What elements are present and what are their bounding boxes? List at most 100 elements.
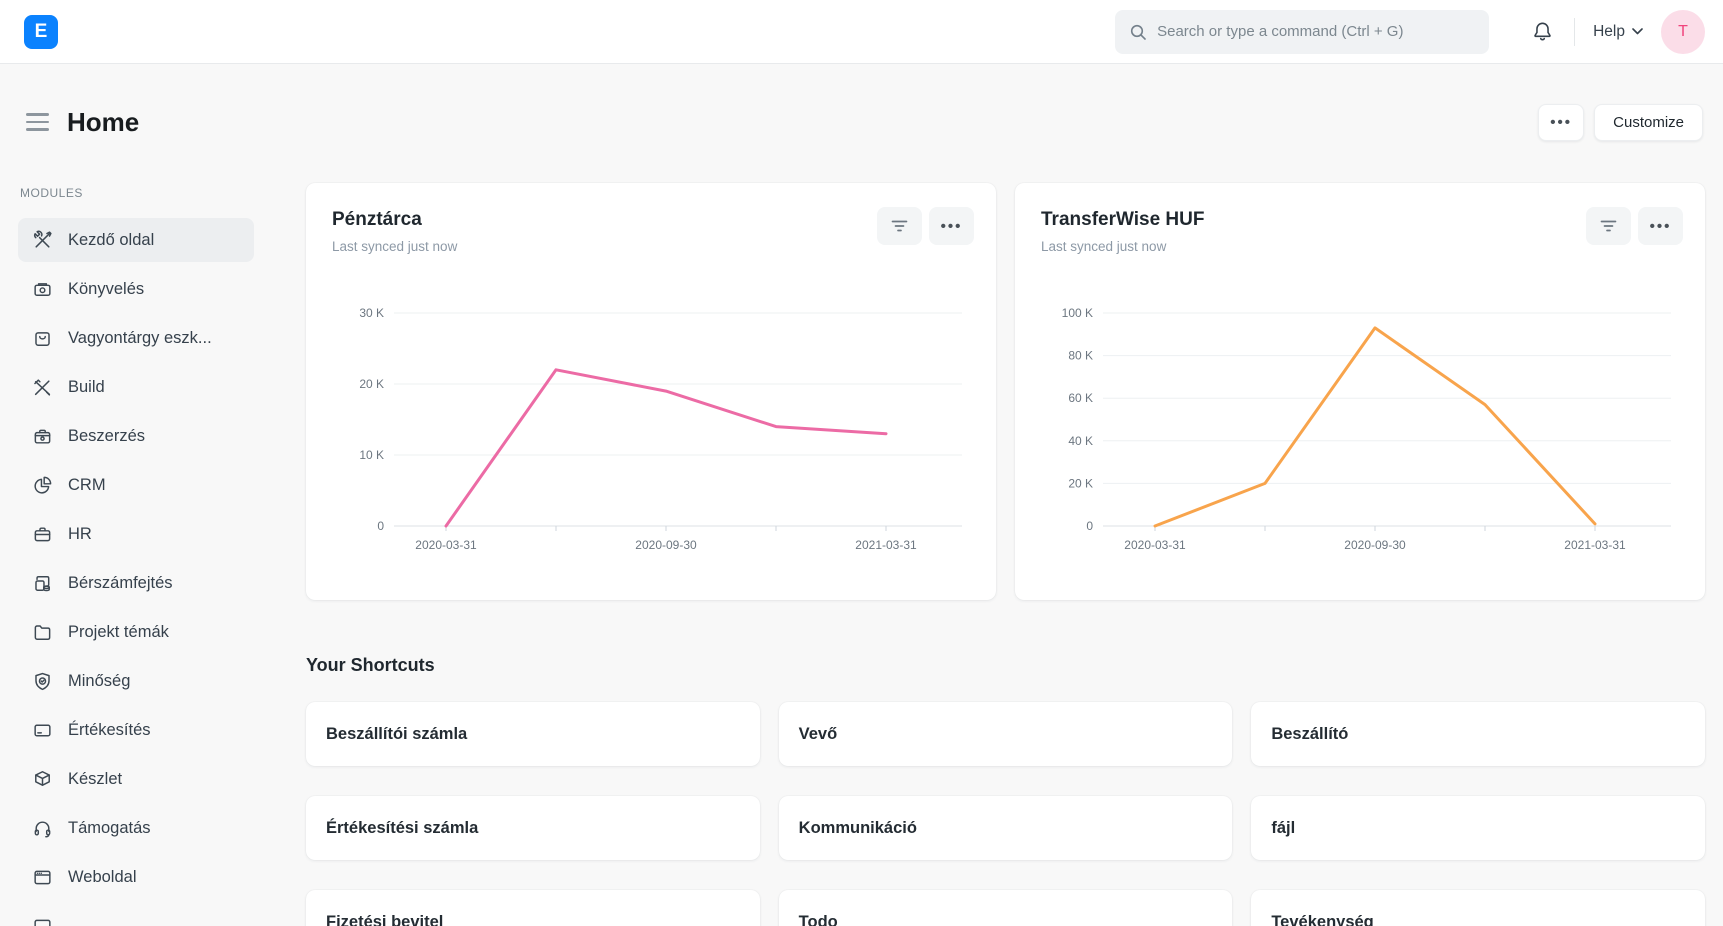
shortcut-label: Értékesítési számla <box>326 819 478 838</box>
sidebar-item-beszerzes[interactable]: Beszerzés <box>18 414 254 458</box>
svg-text:80 K: 80 K <box>1068 349 1093 363</box>
payroll-icon <box>32 573 53 594</box>
ellipsis-icon: ••• <box>1650 219 1672 234</box>
shortcut-label: Beszállítói számla <box>326 725 467 744</box>
svg-text:0: 0 <box>1086 519 1093 533</box>
sidebar-item-hr[interactable]: HR <box>18 512 254 556</box>
sidebar-item-crm[interactable]: CRM <box>18 463 254 507</box>
chart-more-button[interactable]: ••• <box>1638 207 1683 245</box>
ellipsis-icon: ••• <box>1550 115 1572 130</box>
svg-text:2020-03-31: 2020-03-31 <box>415 538 477 552</box>
svg-text:100 K: 100 K <box>1062 306 1093 320</box>
shortcut-label: Vevő <box>799 725 838 744</box>
sidebar-item-build[interactable]: Build <box>18 365 254 409</box>
top-navbar: E Help T <box>0 0 1723 64</box>
toolbox-icon <box>32 426 53 447</box>
svg-text:10 K: 10 K <box>359 448 384 462</box>
shortcut-label: Fizetési bevitel <box>326 913 443 926</box>
svg-text:0: 0 <box>377 519 384 533</box>
sidebar-item-minoseg[interactable]: Minőség <box>18 659 254 703</box>
svg-text:2020-03-31: 2020-03-31 <box>1124 538 1186 552</box>
sidebar-item-kezdo-oldal[interactable]: Kezdő oldal <box>18 218 254 262</box>
chart-more-button[interactable]: ••• <box>929 207 974 245</box>
chart-filter-button[interactable] <box>1586 207 1631 245</box>
box-icon <box>32 769 53 790</box>
sidebar-item-label: Könyvelés <box>68 280 144 299</box>
svg-text:2021-03-31: 2021-03-31 <box>1564 538 1626 552</box>
shortcut-fizetesi-bevitel[interactable]: Fizetési bevitel <box>306 890 760 926</box>
svg-text:20 K: 20 K <box>1068 476 1093 490</box>
sidebar-item-label: HR <box>68 525 92 544</box>
svg-text:2021-03-31: 2021-03-31 <box>855 538 917 552</box>
notifications-button[interactable] <box>1531 20 1554 43</box>
shortcut-tevekenyseg[interactable]: Tevékenység <box>1251 890 1705 926</box>
sidebar-item-label: CRM <box>68 476 106 495</box>
clipped-icon <box>32 916 53 926</box>
shortcut-kommunikacio[interactable]: Kommunikáció <box>779 796 1233 860</box>
shortcut-label: fájl <box>1271 819 1295 838</box>
sidebar-item-clipped[interactable] <box>18 904 254 926</box>
sidebar-item-label: Vagyontárgy eszk... <box>68 329 212 348</box>
sidebar-item-tamogatas[interactable]: Támogatás <box>18 806 254 850</box>
page-header: Home ••• Customize <box>0 64 1723 150</box>
search-input[interactable] <box>1157 23 1475 40</box>
tools-icon <box>32 230 53 251</box>
sidebar-item-weboldal[interactable]: Weboldal <box>18 855 254 899</box>
sidebar-item-label: Minőség <box>68 672 130 691</box>
shortcut-label: Kommunikáció <box>799 819 917 838</box>
penztarca-line-chart: 010 K20 K30 K2020-03-312020-09-302021-03… <box>306 268 996 560</box>
sidebar-item-label: Támogatás <box>68 819 151 838</box>
page-title: Home <box>67 107 139 138</box>
sidebar-item-label: Weboldal <box>68 868 137 887</box>
user-avatar[interactable]: T <box>1661 10 1705 54</box>
filter-icon <box>1600 220 1617 232</box>
sidebar-item-label: Értékesítés <box>68 721 151 740</box>
customize-button[interactable]: Customize <box>1594 104 1703 141</box>
shortcut-beszallito[interactable]: Beszállító <box>1251 702 1705 766</box>
sidebar-item-label: Projekt témák <box>68 623 169 642</box>
global-search[interactable] <box>1115 10 1489 54</box>
headset-icon <box>32 818 53 839</box>
shortcut-ertekesitesi-szamla[interactable]: Értékesítési számla <box>306 796 760 860</box>
browser-icon <box>32 867 53 888</box>
chart-filter-button[interactable] <box>877 207 922 245</box>
help-menu[interactable]: Help <box>1593 23 1643 41</box>
briefcase-icon <box>32 524 53 545</box>
sidebar-item-label: Build <box>68 378 105 397</box>
modules-section-label: MODULES <box>18 186 254 200</box>
sidebar-item-label: Kezdő oldal <box>68 231 154 250</box>
shortcut-label: Beszállító <box>1271 725 1348 744</box>
shortcut-beszallitoi-szamla[interactable]: Beszállítói számla <box>306 702 760 766</box>
svg-text:30 K: 30 K <box>359 306 384 320</box>
chart-card-transferwise-huf: TransferWise HUF Last synced just now ••… <box>1015 183 1705 600</box>
svg-text:60 K: 60 K <box>1068 391 1093 405</box>
svg-text:2020-09-30: 2020-09-30 <box>1344 538 1406 552</box>
sidebar-item-konyveles[interactable]: Könyvelés <box>18 267 254 311</box>
navbar-divider <box>1574 18 1575 46</box>
sidebar-toggle-icon[interactable] <box>24 109 51 135</box>
shortcut-grid: Beszállítói számla Vevő Beszállító Érték… <box>306 702 1705 926</box>
search-icon <box>1129 23 1147 41</box>
sidebar-item-projekt-temak[interactable]: Projekt témák <box>18 610 254 654</box>
bag-icon <box>32 328 53 349</box>
sidebar-item-keszlet[interactable]: Készlet <box>18 757 254 801</box>
app-logo[interactable]: E <box>24 15 58 49</box>
ellipsis-icon: ••• <box>941 219 963 234</box>
shortcuts-heading: Your Shortcuts <box>306 655 1705 676</box>
modules-sidebar: MODULES Kezdő oldal Könyvelés Vagyontárg… <box>0 150 270 926</box>
sidebar-item-ertekesites[interactable]: Értékesítés <box>18 708 254 752</box>
workspace-content: Pénztárca Last synced just now ••• 010 K… <box>270 150 1723 926</box>
shield-check-icon <box>32 671 53 692</box>
sidebar-item-label: Készlet <box>68 770 122 789</box>
sidebar-item-vagyontargy[interactable]: Vagyontárgy eszk... <box>18 316 254 360</box>
shortcut-fajl[interactable]: fájl <box>1251 796 1705 860</box>
shortcut-todo[interactable]: Todo <box>779 890 1233 926</box>
shortcut-vevo[interactable]: Vevő <box>779 702 1233 766</box>
shortcut-label: Todo <box>799 913 838 926</box>
cashbox-icon <box>32 279 53 300</box>
sidebar-item-berszamfejtes[interactable]: Bérszámfejtés <box>18 561 254 605</box>
hammer-icon <box>32 377 53 398</box>
svg-text:40 K: 40 K <box>1068 434 1093 448</box>
chevron-down-icon <box>1632 28 1643 35</box>
page-more-button[interactable]: ••• <box>1538 104 1584 141</box>
